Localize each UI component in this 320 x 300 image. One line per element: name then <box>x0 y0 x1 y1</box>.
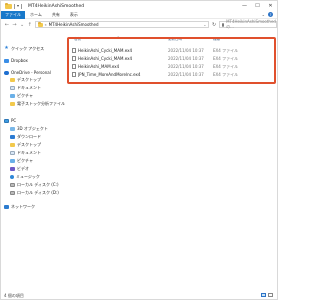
pc-icon <box>4 118 9 123</box>
sidebar-item-videos[interactable]: ビデオ <box>10 165 29 172</box>
help-icon[interactable]: ? <box>268 12 273 17</box>
sidebar-item-3d-objects[interactable]: 3D オブジェクト <box>10 125 48 132</box>
maximize-button[interactable]: ☐ <box>251 1 264 11</box>
ribbon-right-controls: ⌄ ? <box>262 12 277 17</box>
toolbar-divider <box>21 3 23 9</box>
tab-share[interactable]: 共有 <box>47 12 65 18</box>
breadcrumb[interactable]: MT4HeikinAshiSmoothed <box>49 22 99 27</box>
sidebar-item-desktop[interactable]: デスクトップ <box>10 141 41 148</box>
sidebar-item-label: 電子ストック分析ファイル <box>17 100 65 106</box>
view-switcher <box>261 293 273 297</box>
status-bar: 4 個の項目 <box>1 292 277 300</box>
sidebar-item-label: Dropbox <box>11 58 28 63</box>
up-button[interactable]: ↑ <box>27 22 33 28</box>
address-dropdown-icon[interactable]: ⌄ <box>203 23 208 27</box>
sidebar-item-label: デスクトップ <box>17 76 41 82</box>
sidebar-item-label: ドキュメント <box>17 149 41 155</box>
drive-icon <box>10 190 15 195</box>
navigation-pane: ★ クイック アクセス Dropbox OneDrive - Personal … <box>1 31 65 300</box>
sidebar-item-label: ローカル ディスク (D:) <box>17 189 59 195</box>
sidebar-item-label: ピクチャ <box>17 92 33 98</box>
tab-view[interactable]: 表示 <box>65 12 83 18</box>
music-icon <box>10 174 14 179</box>
quick-access-toolbar: ▾ <box>5 2 23 9</box>
window-title: MT4HeikinAshiSmoothed <box>28 3 85 9</box>
expand-ribbon-icon[interactable]: ⌄ <box>262 12 265 17</box>
search-placeholder: MT4HeikinAshiSmoothedの... <box>226 19 276 29</box>
document-icon <box>10 85 15 90</box>
folder-icon <box>5 2 12 9</box>
sidebar-item-label: デスクトップ <box>17 141 41 147</box>
sidebar-item-documents[interactable]: ドキュメント <box>10 149 41 156</box>
address-bar[interactable]: « MT4HeikinAshiSmoothed ⌄ <box>34 21 210 28</box>
sidebar-item-dropbox[interactable]: Dropbox <box>4 57 28 64</box>
sidebar-item-label: ミュージック <box>16 173 40 179</box>
sidebar-item-music[interactable]: ミュージック <box>10 173 40 180</box>
details-view-icon[interactable] <box>261 293 266 297</box>
path-overflow[interactable]: « <box>45 23 47 27</box>
sidebar-item-label: ローカル ディスク (C:) <box>17 181 59 187</box>
sidebar-item-label: 3D オブジェクト <box>17 125 48 131</box>
document-icon <box>10 150 15 155</box>
video-icon <box>10 166 15 171</box>
large-icons-view-icon[interactable] <box>268 293 273 297</box>
dropbox-icon <box>4 58 9 63</box>
close-button[interactable]: ✕ <box>264 1 277 11</box>
sidebar-item-label: ビデオ <box>17 165 29 171</box>
sidebar-item-label: ネットワーク <box>11 203 35 209</box>
forward-button[interactable]: → <box>12 22 18 28</box>
sidebar-item-quick-access[interactable]: ★ クイック アクセス <box>4 45 44 52</box>
sidebar-item-downloads[interactable]: ダウンロード <box>10 133 41 140</box>
sidebar-item-network[interactable]: ネットワーク <box>4 203 35 210</box>
refresh-button[interactable]: ↻ <box>211 22 217 28</box>
sidebar-item-pc[interactable]: PC <box>4 117 16 124</box>
search-input[interactable]: MT4HeikinAshiSmoothedの... <box>218 19 277 29</box>
folder-icon <box>37 21 43 27</box>
tab-home[interactable]: ホーム <box>25 12 47 18</box>
drive-icon <box>10 182 15 187</box>
cube-icon <box>10 126 15 131</box>
sidebar-item-label: PC <box>11 118 17 123</box>
ribbon-tabs: ファイル ホーム 共有 表示 ⌄ ? <box>1 10 277 19</box>
sidebar-item-drive-d[interactable]: ローカル ディスク (D:) <box>10 189 59 196</box>
back-button[interactable]: ← <box>4 22 10 28</box>
folder-icon <box>10 77 15 82</box>
sidebar-item-label: クイック アクセス <box>11 45 45 51</box>
picture-icon <box>10 93 15 98</box>
folder-icon <box>10 101 15 106</box>
sidebar-item-label: ダウンロード <box>17 133 41 139</box>
navigation-bar: ← → ⌄ ↑ « MT4HeikinAshiSmoothed ⌄ ↻ MT4H… <box>1 19 277 29</box>
recent-locations-button[interactable]: ⌄ <box>19 22 25 28</box>
toolbar-divider <box>14 3 15 9</box>
network-icon <box>4 204 9 209</box>
highlight-box <box>67 37 276 84</box>
sidebar-item-onedrive-documents[interactable]: ドキュメント <box>10 84 41 91</box>
sidebar-item-pictures[interactable]: ピクチャ <box>10 157 33 164</box>
cloud-icon <box>4 70 9 75</box>
sidebar-item-label: ピクチャ <box>17 157 33 163</box>
explorer-window: ▾ MT4HeikinAshiSmoothed — ☐ ✕ ファイル ホーム 共… <box>0 0 278 300</box>
folder-icon <box>10 142 15 147</box>
customize-toolbar-icon[interactable]: ▾ <box>17 4 19 8</box>
minimize-button[interactable]: — <box>238 1 251 11</box>
sidebar-item-onedrive-desktop[interactable]: デスクトップ <box>10 76 41 83</box>
title-bar: ▾ MT4HeikinAshiSmoothed — ☐ ✕ <box>1 1 277 11</box>
tab-file[interactable]: ファイル <box>1 10 25 19</box>
search-icon <box>221 22 225 27</box>
sidebar-item-label: OneDrive - Personal <box>11 70 51 75</box>
item-count: 4 個の項目 <box>4 293 24 298</box>
picture-icon <box>10 158 15 163</box>
sidebar-item-onedrive-pictures[interactable]: ピクチャ <box>10 92 33 99</box>
download-icon <box>10 134 15 139</box>
sidebar-item-onedrive[interactable]: OneDrive - Personal <box>4 69 51 76</box>
sidebar-item-drive-c[interactable]: ローカル ディスク (C:) <box>10 181 59 188</box>
star-icon: ★ <box>4 45 9 51</box>
sidebar-item-stock-files[interactable]: 電子ストック分析ファイル <box>10 100 65 107</box>
window-controls: — ☐ ✕ <box>238 1 277 11</box>
sidebar-item-label: ドキュメント <box>17 84 41 90</box>
